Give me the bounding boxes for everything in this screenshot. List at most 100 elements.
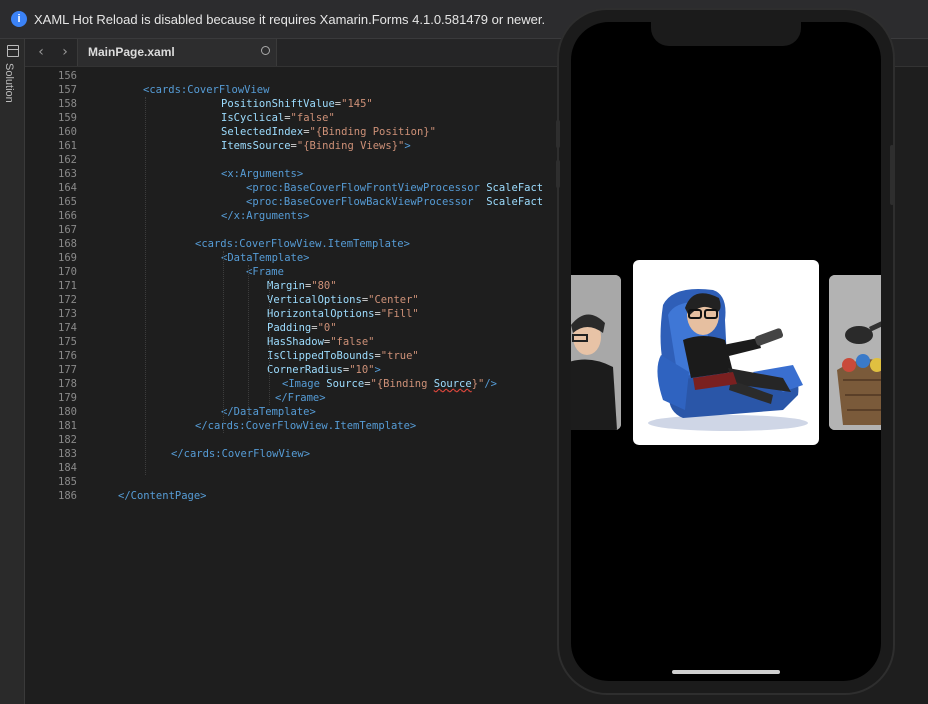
- line-number: 185: [58, 476, 77, 488]
- code-line[interactable]: CornerRadius="10">: [267, 363, 381, 377]
- code-token: SelectedIndex: [221, 126, 304, 138]
- line-number: 179: [58, 392, 77, 404]
- code-line[interactable]: </ContentPage>: [118, 489, 207, 503]
- line-number: 157: [58, 84, 77, 96]
- code-token: >: [374, 364, 381, 376]
- code-line[interactable]: <Frame: [246, 265, 284, 279]
- code-token: "{Binding Views}": [296, 140, 405, 152]
- forward-arrow-icon[interactable]: ›: [57, 43, 73, 61]
- code-token: <x:Arguments>: [221, 168, 304, 180]
- code-line[interactable]: IsClippedToBounds="true": [267, 349, 419, 363]
- line-number: 186: [58, 490, 77, 502]
- back-arrow-icon[interactable]: ‹: [33, 43, 49, 61]
- line-number: 167: [58, 224, 77, 236]
- line-number: 178: [58, 378, 77, 390]
- indent-guide: [269, 279, 270, 405]
- code-line[interactable]: </x:Arguments>: [221, 209, 310, 223]
- line-number: 183: [58, 448, 77, 460]
- line-number: 176: [58, 350, 77, 362]
- line-number: 175: [58, 336, 77, 348]
- code-line[interactable]: </cards:CoverFlowView>: [171, 447, 310, 461]
- code-line[interactable]: </cards:CoverFlowView.ItemTemplate>: [195, 419, 416, 433]
- solution-panel-icon[interactable]: [7, 45, 19, 57]
- code-line[interactable]: <proc:BaseCoverFlowBackViewProcessor Sca…: [246, 195, 543, 209]
- notch: [651, 22, 801, 46]
- right-card[interactable]: [829, 275, 881, 430]
- code-line[interactable]: Margin="80": [267, 279, 337, 293]
- code-line[interactable]: <x:Arguments>: [221, 167, 303, 181]
- line-number: 171: [58, 280, 77, 292]
- line-number: 180: [58, 406, 77, 418]
- code-line[interactable]: IsCyclical="false": [221, 111, 335, 125]
- code-token: PositionShiftValue: [221, 98, 335, 110]
- code-token: <proc:BaseCoverFlowFrontViewProcessor: [246, 182, 487, 194]
- code-token: Padding: [267, 322, 312, 334]
- code-token: Margin: [267, 280, 305, 292]
- solution-label[interactable]: Solution: [3, 63, 15, 103]
- infobar-message: XAML Hot Reload is disabled because it r…: [34, 11, 546, 27]
- side-button: [890, 145, 894, 205]
- code-line[interactable]: HasShadow="false": [267, 335, 375, 349]
- volume-down-button: [556, 160, 560, 188]
- code-token: <cards:CoverFlowView: [143, 84, 270, 96]
- home-indicator[interactable]: [672, 670, 780, 674]
- code-token: "145": [341, 98, 373, 110]
- code-line[interactable]: <proc:BaseCoverFlowFrontViewProcessor Sc…: [246, 181, 543, 195]
- tab-label[interactable]: MainPage.xaml: [88, 45, 175, 59]
- code-token: ItemsSource: [221, 140, 291, 152]
- code-token: "true": [380, 350, 419, 362]
- code-token: "{Binding: [370, 378, 434, 390]
- code-token: </cards:CoverFlowView.ItemTemplate>: [195, 420, 417, 432]
- center-card[interactable]: [633, 260, 819, 445]
- tab-close-icon[interactable]: [261, 46, 270, 55]
- line-number: 168: [58, 238, 77, 250]
- code-line[interactable]: </DataTemplate>: [221, 405, 316, 419]
- line-number: 161: [58, 140, 77, 152]
- code-token: </Frame>: [275, 392, 326, 404]
- line-number: 162: [58, 154, 77, 166]
- code-token: </ContentPage>: [118, 490, 207, 502]
- code-token: "false": [290, 112, 335, 124]
- line-number: 158: [58, 98, 77, 110]
- code-token: >: [404, 140, 411, 152]
- solution-sidebar[interactable]: Solution: [0, 39, 25, 704]
- line-number: 163: [58, 168, 77, 180]
- code-line[interactable]: PositionShiftValue="145": [221, 97, 373, 111]
- code-token: ScaleFact: [486, 196, 544, 208]
- code-token: </DataTemplate>: [221, 406, 316, 418]
- code-token: }": [471, 378, 485, 390]
- code-line[interactable]: VerticalOptions="Center": [267, 293, 419, 307]
- code-token: <Frame: [246, 266, 284, 278]
- code-line[interactable]: SelectedIndex="{Binding Position}": [221, 125, 436, 139]
- code-line[interactable]: <DataTemplate>: [221, 251, 310, 265]
- line-number: 166: [58, 210, 77, 222]
- line-number: 172: [58, 294, 77, 306]
- code-token: <proc:BaseCoverFlowBackViewProcessor: [246, 196, 487, 208]
- code-token: "80": [311, 280, 337, 292]
- code-line[interactable]: ItemsSource="{Binding Views}">: [221, 139, 411, 153]
- left-card[interactable]: [571, 275, 621, 430]
- simulator-screen[interactable]: [571, 22, 881, 681]
- laundry-basket-partial-image: [829, 275, 881, 430]
- code-token: </cards:CoverFlowView>: [171, 448, 311, 460]
- code-token: CornerRadius: [267, 364, 343, 376]
- code-token: IsClippedToBounds: [267, 350, 375, 362]
- line-number: 170: [58, 266, 77, 278]
- code-line[interactable]: <cards:CoverFlowView.ItemTemplate>: [195, 237, 410, 251]
- code-token: IsCyclical: [221, 112, 285, 124]
- code-token: Source: [326, 378, 365, 390]
- iphone-simulator: [556, 10, 894, 693]
- code-line[interactable]: <cards:CoverFlowView: [143, 83, 269, 97]
- line-number: 164: [58, 182, 77, 194]
- line-number: 173: [58, 308, 77, 320]
- line-number: 169: [58, 252, 77, 264]
- code-line[interactable]: <Image Source="{Binding Source}"/>: [282, 377, 497, 391]
- code-token: HasShadow: [267, 336, 324, 348]
- code-line[interactable]: </Frame>: [275, 391, 326, 405]
- code-line[interactable]: HorizontalOptions="Fill": [267, 307, 419, 321]
- tab-mainpage-xaml[interactable]: MainPage.xaml: [77, 39, 277, 66]
- code-token: </x:Arguments>: [221, 210, 310, 222]
- code-token: <Image: [282, 378, 327, 390]
- code-token: "false": [330, 336, 375, 348]
- code-line[interactable]: Padding="0": [267, 321, 337, 335]
